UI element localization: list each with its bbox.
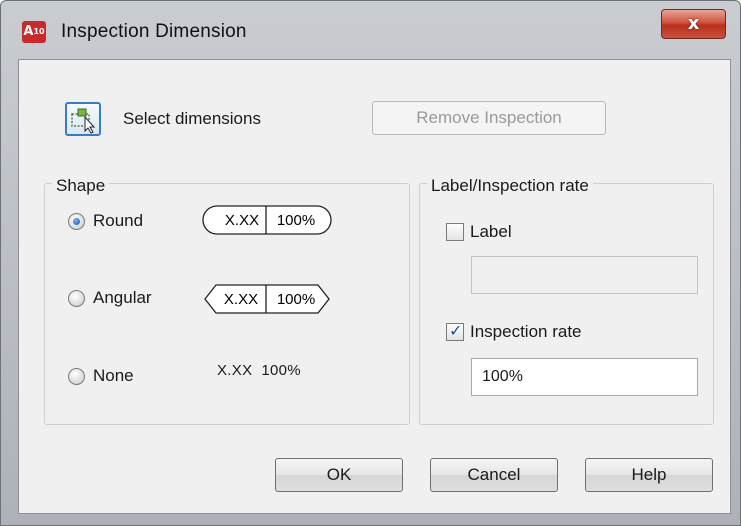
label-checkbox[interactable] <box>446 223 464 241</box>
round-preview-value: X.XX <box>225 212 259 229</box>
none-preview: X.XX 100% <box>217 362 301 379</box>
select-dimensions-label: Select dimensions <box>123 109 261 128</box>
select-dimensions-button[interactable] <box>65 102 101 136</box>
select-dimensions-icon <box>71 108 96 134</box>
round-preview: X.XX 100% <box>202 203 332 241</box>
angular-preview-value: X.XX <box>224 291 258 308</box>
autocad-app-icon: A10 <box>22 21 46 43</box>
dialog-window: A10 Inspection Dimension x Select dimens… <box>0 0 741 526</box>
remove-inspection-button[interactable]: Remove Inspection <box>372 101 606 135</box>
round-label: Round <box>93 211 144 230</box>
none-label: None <box>93 366 134 385</box>
app-icon-suffix: 10 <box>33 27 45 36</box>
window-title: Inspection Dimension <box>61 21 247 42</box>
help-button[interactable]: Help <box>585 458 713 492</box>
inspection-rate-label: Inspection rate <box>470 322 582 341</box>
round-radio[interactable] <box>68 212 85 230</box>
shape-option-angular[interactable]: Angular <box>68 288 152 308</box>
ok-button[interactable]: OK <box>275 458 403 492</box>
title-bar[interactable]: A10 Inspection Dimension x <box>1 1 741 59</box>
close-icon: x <box>687 13 700 34</box>
angular-preview-rate: 100% <box>277 291 315 308</box>
dialog-client-area: Select dimensions Remove Inspection Shap… <box>18 59 731 514</box>
cancel-button[interactable]: Cancel <box>430 458 558 492</box>
none-radio[interactable] <box>68 367 85 385</box>
angular-label: Angular <box>93 288 152 307</box>
inspection-rate-checkbox[interactable] <box>446 321 464 341</box>
close-button[interactable]: x <box>661 9 726 39</box>
shape-option-round[interactable]: Round <box>68 211 143 231</box>
app-icon-letter: A <box>23 24 34 39</box>
shape-legend: Shape <box>52 176 110 196</box>
label-option[interactable]: Label <box>446 222 512 242</box>
angular-preview: X.XX 100% <box>202 282 332 320</box>
inspection-rate-option[interactable]: Inspection rate <box>446 321 582 342</box>
round-preview-rate: 100% <box>277 212 315 229</box>
label-inspection-rate-legend: Label/Inspection rate <box>427 176 593 196</box>
angular-radio[interactable] <box>68 289 85 307</box>
label-input[interactable] <box>471 256 698 294</box>
shape-option-none[interactable]: None <box>68 366 134 386</box>
label-checkbox-label: Label <box>470 222 512 241</box>
inspection-rate-input[interactable]: 100% <box>471 358 698 396</box>
